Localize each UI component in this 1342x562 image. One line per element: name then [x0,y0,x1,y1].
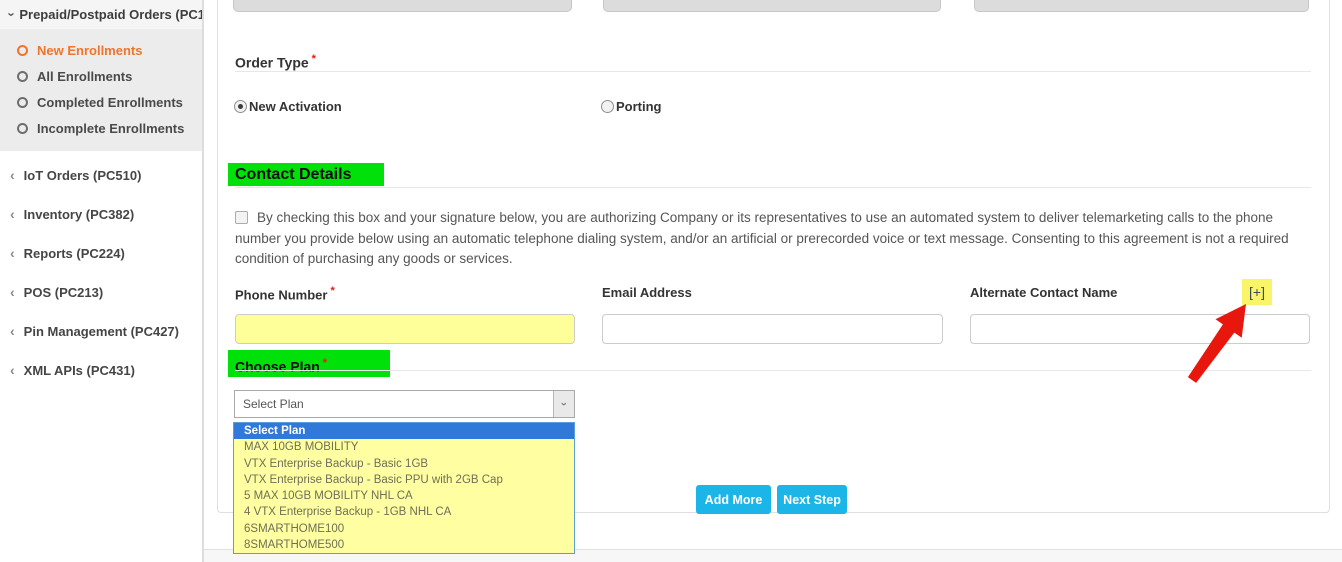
chevron-down-icon: ‹ [2,12,18,17]
choose-plan-select[interactable]: Select Plan ‹ [234,390,575,418]
sidebar-item-label: XML APIs (PC431) [23,362,135,378]
required-asterisk: * [322,357,328,369]
top-field-3[interactable] [974,0,1309,12]
phone-number-label-text: Phone Number [235,287,328,303]
chevron-left-icon: ‹ [10,362,15,378]
sidebar-item-label: POS (PC213) [23,284,104,300]
plan-option[interactable]: 4 VTX Enterprise Backup - 1GB NHL CA [234,504,574,520]
sidebar-item-pos[interactable]: ‹ POS (PC213) [10,284,202,300]
email-address-input[interactable] [602,314,943,344]
select-arrow-button[interactable]: ‹ [553,391,574,417]
sidebar: ‹ Prepaid/Postpaid Orders (PC109 New Enr… [0,0,202,562]
top-field-2[interactable] [603,0,941,12]
section-divider [235,370,1311,371]
choose-plan-heading-highlight: Choose Plan * [228,350,390,377]
sidebar-item-label: Pin Management (PC427) [23,323,179,339]
consent-checkbox[interactable] [235,211,248,224]
sidebar-item-label: Incomplete Enrollments [37,120,185,136]
alternate-contact-name-label: Alternate Contact Name [970,285,1118,300]
plan-option[interactable]: VTX Enterprise Backup - Basic 1GB [234,456,574,472]
radio-label: Porting [616,99,662,114]
sidebar-item-inventory[interactable]: ‹ Inventory (PC382) [10,206,202,222]
radio-circle-icon [17,122,28,134]
choose-plan-heading: Choose Plan * [228,350,390,377]
consent-text: By checking this box and your signature … [235,210,1289,266]
sidebar-item-label: All Enrollments [37,68,133,84]
sidebar-item-label: Completed Enrollments [37,94,183,110]
section-divider [235,187,1311,188]
radio-new-activation[interactable]: New Activation [234,99,342,114]
sidebar-group-prepaid-postpaid-orders[interactable]: ‹ Prepaid/Postpaid Orders (PC109 [0,0,202,29]
sidebar-item-incomplete-enrollments[interactable]: Incomplete Enrollments [0,115,202,141]
contact-details-heading: Contact Details [235,166,352,183]
add-more-button[interactable]: Add More [696,485,771,514]
sidebar-item-reports[interactable]: ‹ Reports (PC224) [10,245,202,261]
phone-number-label: Phone Number * [235,285,335,302]
phone-number-input[interactable] [235,314,575,344]
alternate-contact-name-input[interactable] [970,314,1310,344]
radio-label: New Activation [249,99,342,114]
radio-selected-icon [234,100,247,113]
required-asterisk: * [311,53,316,65]
choose-plan-selected-value: Select Plan [243,397,304,411]
chevron-left-icon: ‹ [10,206,15,222]
plan-option[interactable]: 5 MAX 10GB MOBILITY NHL CA [234,488,574,504]
choose-plan-heading-text: Choose Plan [235,358,320,375]
annotation-arrow-icon [1187,304,1246,383]
chevron-left-icon: ‹ [10,245,15,261]
sidebar-item-xml-apis[interactable]: ‹ XML APIs (PC431) [10,362,202,378]
radio-circle-icon [17,96,28,108]
next-step-button[interactable]: Next Step [777,485,847,514]
choose-plan-dropdown: Select Plan MAX 10GB MOBILITY VTX Enterp… [233,422,575,555]
required-asterisk: * [330,285,335,297]
sidebar-item-new-enrollments[interactable]: New Enrollments [0,37,202,63]
sidebar-group-label: Prepaid/Postpaid Orders (PC109 [19,7,202,22]
radio-circle-icon [17,70,28,82]
sidebar-submenu: New Enrollments All Enrollments Complete… [0,29,202,151]
chevron-down-icon: ‹ [557,402,570,406]
consent-paragraph: By checking this box and your signature … [235,208,1313,270]
sidebar-item-iot-orders[interactable]: ‹ IoT Orders (PC510) [10,167,202,183]
contact-details-heading-highlight: Contact Details [228,163,384,186]
plan-option[interactable]: 6SMARTHOME100 [234,521,574,537]
sidebar-item-all-enrollments[interactable]: All Enrollments [0,63,202,89]
radio-unselected-icon [601,100,614,113]
order-type-heading: Order Type * [235,53,316,71]
chevron-left-icon: ‹ [10,323,15,339]
email-address-label: Email Address [602,285,692,300]
top-field-1[interactable] [233,0,572,12]
sidebar-item-label: Reports (PC224) [23,245,125,261]
sidebar-collapsed-groups: ‹ IoT Orders (PC510) ‹ Inventory (PC382)… [0,151,202,378]
section-divider [235,71,1311,72]
radio-circle-icon [17,44,28,56]
plan-option[interactable]: MAX 10GB MOBILITY [234,439,574,455]
sidebar-item-label: Inventory (PC382) [23,206,135,222]
radio-porting[interactable]: Porting [601,99,662,114]
sidebar-item-label: IoT Orders (PC510) [23,167,142,183]
chevron-left-icon: ‹ [10,167,15,183]
sidebar-item-completed-enrollments[interactable]: Completed Enrollments [0,89,202,115]
chevron-left-icon: ‹ [10,284,15,300]
plan-option[interactable]: 8SMARTHOME500 [234,537,574,553]
order-type-heading-text: Order Type [235,54,309,71]
sidebar-item-pin-management[interactable]: ‹ Pin Management (PC427) [10,323,202,339]
plan-option[interactable]: VTX Enterprise Backup - Basic PPU with 2… [234,472,574,488]
sidebar-item-label: New Enrollments [37,42,143,58]
plan-option[interactable]: Select Plan [234,423,574,440]
